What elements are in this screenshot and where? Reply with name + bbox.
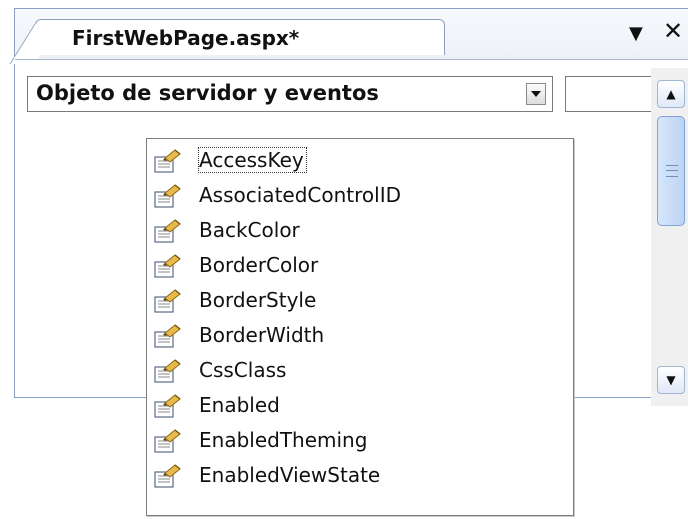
completion-item-label: BorderWidth [199, 323, 325, 347]
completion-item[interactable]: CssClass [151, 355, 569, 385]
completion-item-label: EnabledTheming [199, 428, 368, 452]
intellisense-completion-list[interactable]: AccessKey AssociatedControlID BackColor Bor… [146, 138, 574, 516]
property-icon [153, 358, 183, 384]
tab-first-web-page[interactable]: FirstWebPage.aspx* [35, 19, 445, 55]
completion-item[interactable]: BorderWidth [151, 320, 569, 350]
completion-item-label: BorderStyle [199, 288, 317, 312]
property-icon [153, 253, 183, 279]
property-icon [153, 393, 183, 419]
scroll-up-button[interactable]: ▲ [657, 80, 685, 108]
property-icon [153, 463, 183, 489]
close-icon[interactable]: ✕ [663, 19, 683, 43]
completion-item-label: Enabled [199, 393, 280, 417]
property-icon [153, 428, 183, 454]
completion-item[interactable]: BorderStyle [151, 285, 569, 315]
vertical-scrollbar[interactable]: ▲ ▼ [651, 68, 688, 406]
completion-item[interactable]: EnabledViewState [151, 460, 569, 490]
completion-item-label: BackColor [199, 218, 300, 242]
completion-item[interactable]: Enabled [151, 390, 569, 420]
property-icon [153, 148, 183, 174]
property-icon [153, 218, 183, 244]
chevron-down-icon: ▼ [666, 373, 676, 387]
completion-item-label: EnabledViewState [199, 463, 381, 487]
completion-item[interactable]: AccessKey [151, 145, 569, 175]
tab-label: FirstWebPage.aspx* [72, 26, 300, 50]
completion-item-label: CssClass [199, 358, 287, 382]
property-icon [153, 183, 183, 209]
object-events-dropdown[interactable]: Objeto de servidor y eventos [27, 76, 553, 112]
scroll-down-button[interactable]: ▼ [657, 366, 685, 394]
window-menu-icon[interactable]: ▼ [629, 23, 643, 44]
completion-item-label: BorderColor [199, 253, 319, 277]
object-events-value: Objeto de servidor y eventos [36, 81, 379, 105]
scroll-thumb[interactable] [657, 116, 685, 226]
completion-item[interactable]: BorderColor [151, 250, 569, 280]
chevron-up-icon: ▲ [666, 87, 676, 101]
dropdown-arrow-icon[interactable] [526, 83, 546, 105]
completion-item[interactable]: BackColor [151, 215, 569, 245]
completion-item-label: AssociatedControlID [199, 183, 402, 207]
completion-item[interactable]: EnabledTheming [151, 425, 569, 455]
property-icon [153, 323, 183, 349]
completion-item[interactable]: AssociatedControlID [151, 180, 569, 210]
tab-strip: FirstWebPage.aspx* ▼ ✕ [15, 9, 688, 59]
property-icon [153, 288, 183, 314]
completion-item-label: AccessKey [198, 147, 307, 173]
